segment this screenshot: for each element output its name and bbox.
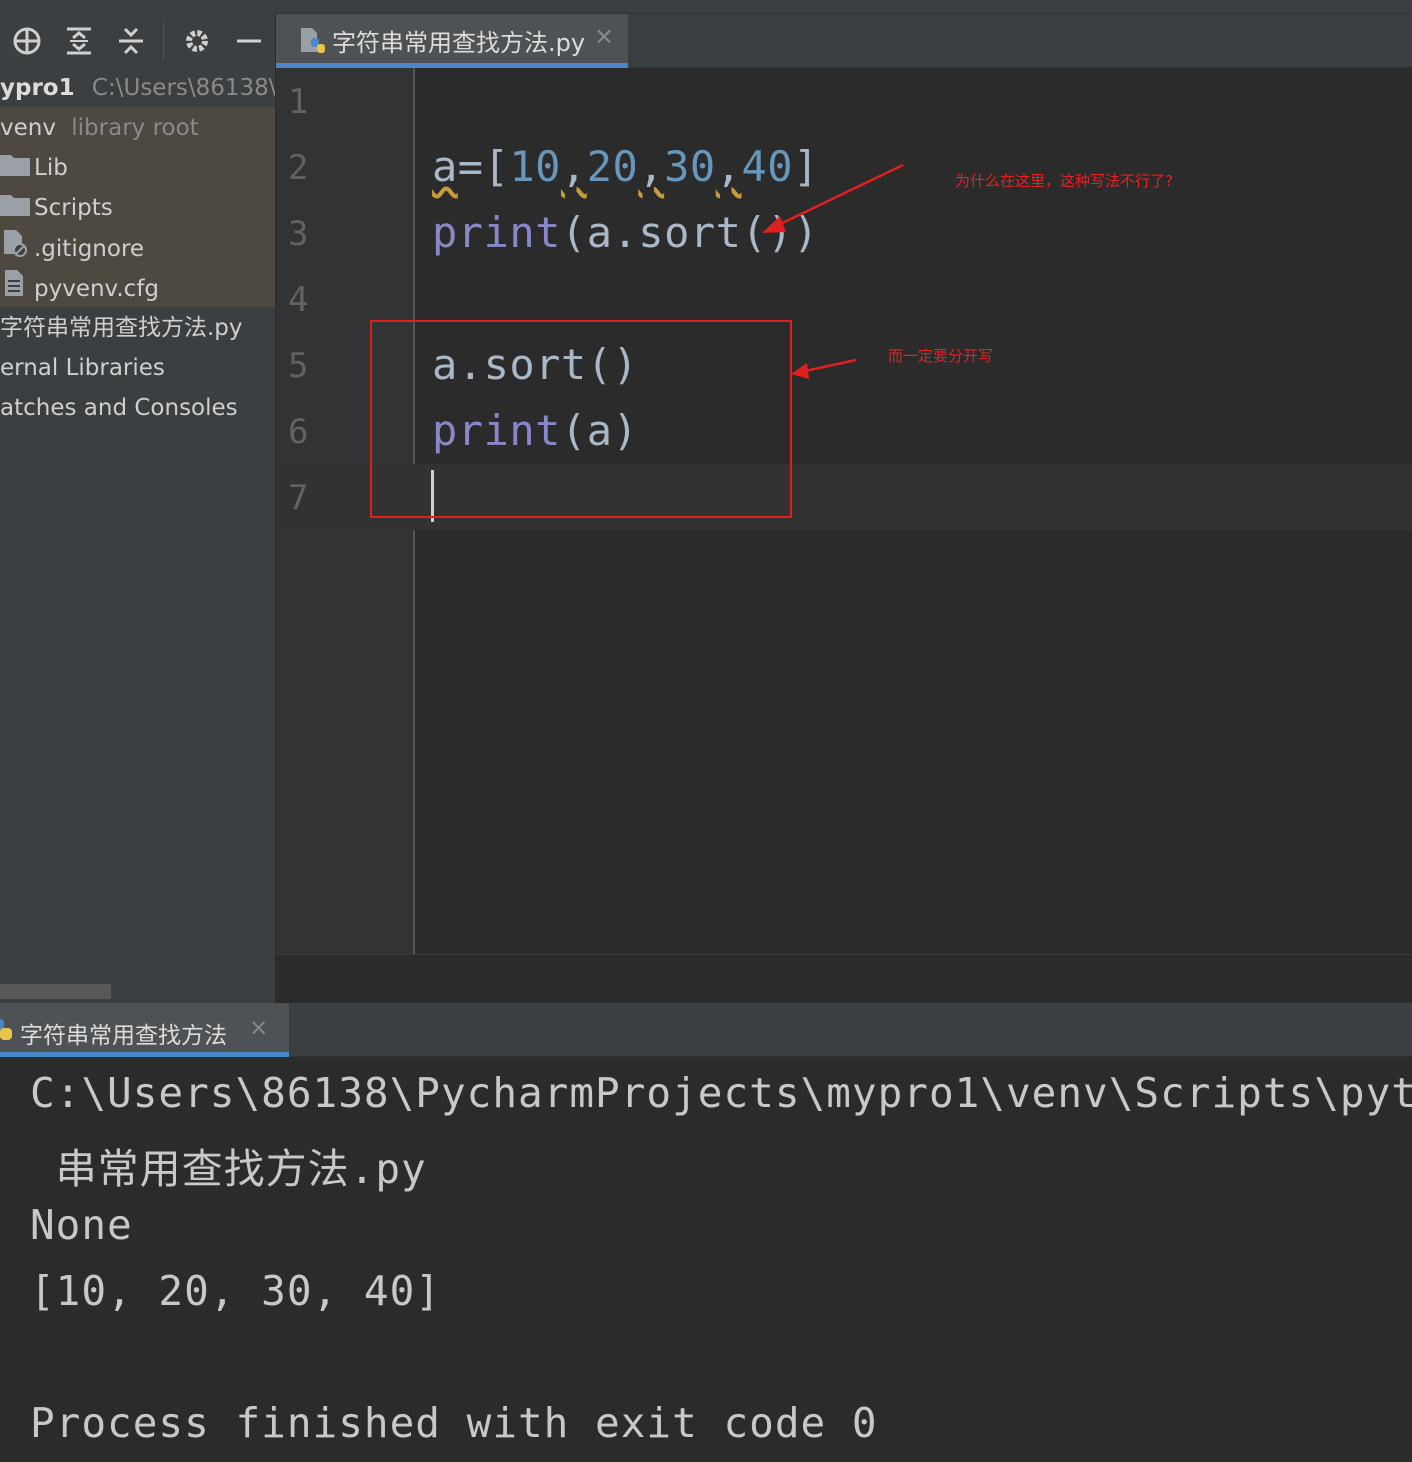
close-icon[interactable]: ×	[594, 22, 614, 50]
editor-tab-active[interactable]: 字符串常用查找方法.py ×	[276, 14, 628, 68]
tree-item-label: atches and Consoles	[0, 395, 238, 421]
console-line: None	[30, 1201, 133, 1249]
line-number: 1	[288, 82, 309, 122]
tree-item-label: ernal Libraries	[0, 355, 165, 381]
tree-item-scratches-and-consoles[interactable]: atches and Consoles	[0, 388, 238, 428]
editor-bottom-area	[276, 954, 1412, 1003]
line-number: 2	[288, 148, 309, 188]
line-number: 4	[288, 280, 309, 320]
run-tab-label: 字符串常用查找方法	[20, 1023, 227, 1049]
tree-item-external-libraries[interactable]: ernal Libraries	[0, 348, 165, 388]
project-tool-window: ypro1 C:\Users\86138\Py venv library roo…	[0, 0, 275, 1003]
text-file-icon	[0, 268, 34, 311]
locate-icon[interactable]	[10, 24, 44, 58]
tree-item-scripts[interactable]: Scripts	[0, 188, 113, 228]
tree-item-pyvenv-cfg[interactable]: pyvenv.cfg	[0, 268, 159, 308]
project-root-name: ypro1	[0, 75, 75, 101]
annotation-note-1: 为什么在这里，这种写法不行了?	[955, 172, 1173, 190]
tree-item-python-file[interactable]: 字符串常用查找方法.py	[0, 308, 243, 348]
run-console[interactable]: C:\Users\86138\PycharmProjects\mypro1\ve…	[0, 1057, 1412, 1462]
console-line: C:\Users\86138\PycharmProjects\mypro1\ve…	[30, 1069, 1412, 1117]
project-root-path: C:\Users\86138\Py	[91, 75, 275, 101]
tree-item-venv[interactable]: venv library root	[0, 108, 199, 148]
console-line: [10, 20, 30, 40]	[30, 1267, 441, 1315]
horizontal-scrollbar[interactable]	[0, 984, 111, 999]
tree-item-lib[interactable]: Lib	[0, 148, 68, 188]
console-line: Process finished with exit code 0	[30, 1399, 878, 1447]
library-root-hint: library root	[71, 115, 199, 141]
tree-item-label: venv	[0, 115, 56, 141]
project-toolbar	[0, 14, 275, 68]
line-number: 6	[288, 412, 309, 452]
line-number: 3	[288, 214, 309, 254]
tree-item-gitignore[interactable]: .gitignore	[0, 228, 144, 268]
console-line: 串常用查找方法.py	[30, 1145, 427, 1193]
code-line-2: a=[10,20,30,40]	[432, 142, 819, 191]
minimize-icon[interactable]	[232, 24, 266, 58]
tree-item-project-root[interactable]: ypro1 C:\Users\86138\Py	[0, 68, 275, 108]
line-number: 5	[288, 346, 309, 386]
tree-item-label: Lib	[34, 155, 68, 181]
folder-icon	[0, 189, 34, 229]
expand-all-icon[interactable]	[62, 24, 96, 58]
toolbar-separator	[163, 22, 164, 60]
tree-item-label: pyvenv.cfg	[34, 276, 160, 302]
folder-icon	[0, 149, 34, 189]
tree-item-label: Scripts	[34, 195, 113, 221]
collapse-all-icon[interactable]	[114, 24, 148, 58]
close-icon[interactable]: ×	[249, 1015, 268, 1041]
editor-tab-bar: 字符串常用查找方法.py ×	[276, 14, 1412, 68]
annotation-box	[370, 320, 792, 518]
gear-icon[interactable]	[180, 24, 214, 58]
tree-item-label: .gitignore	[34, 236, 145, 262]
editor-tab-label: 字符串常用查找方法.py	[332, 29, 586, 57]
ignored-file-icon	[0, 228, 34, 271]
line-number: 7	[288, 478, 309, 518]
python-run-icon	[0, 1017, 14, 1047]
python-file-icon	[298, 26, 328, 60]
run-tab-active[interactable]: 字符串常用查找方法 ×	[0, 1003, 289, 1057]
run-tab-bar: 字符串常用查找方法 ×	[0, 1003, 1412, 1057]
tree-item-label: 字符串常用查找方法.py	[0, 315, 243, 341]
code-line-3: print(a.sort())	[432, 208, 819, 257]
annotation-note-2: 而一定要分开写	[888, 347, 994, 365]
